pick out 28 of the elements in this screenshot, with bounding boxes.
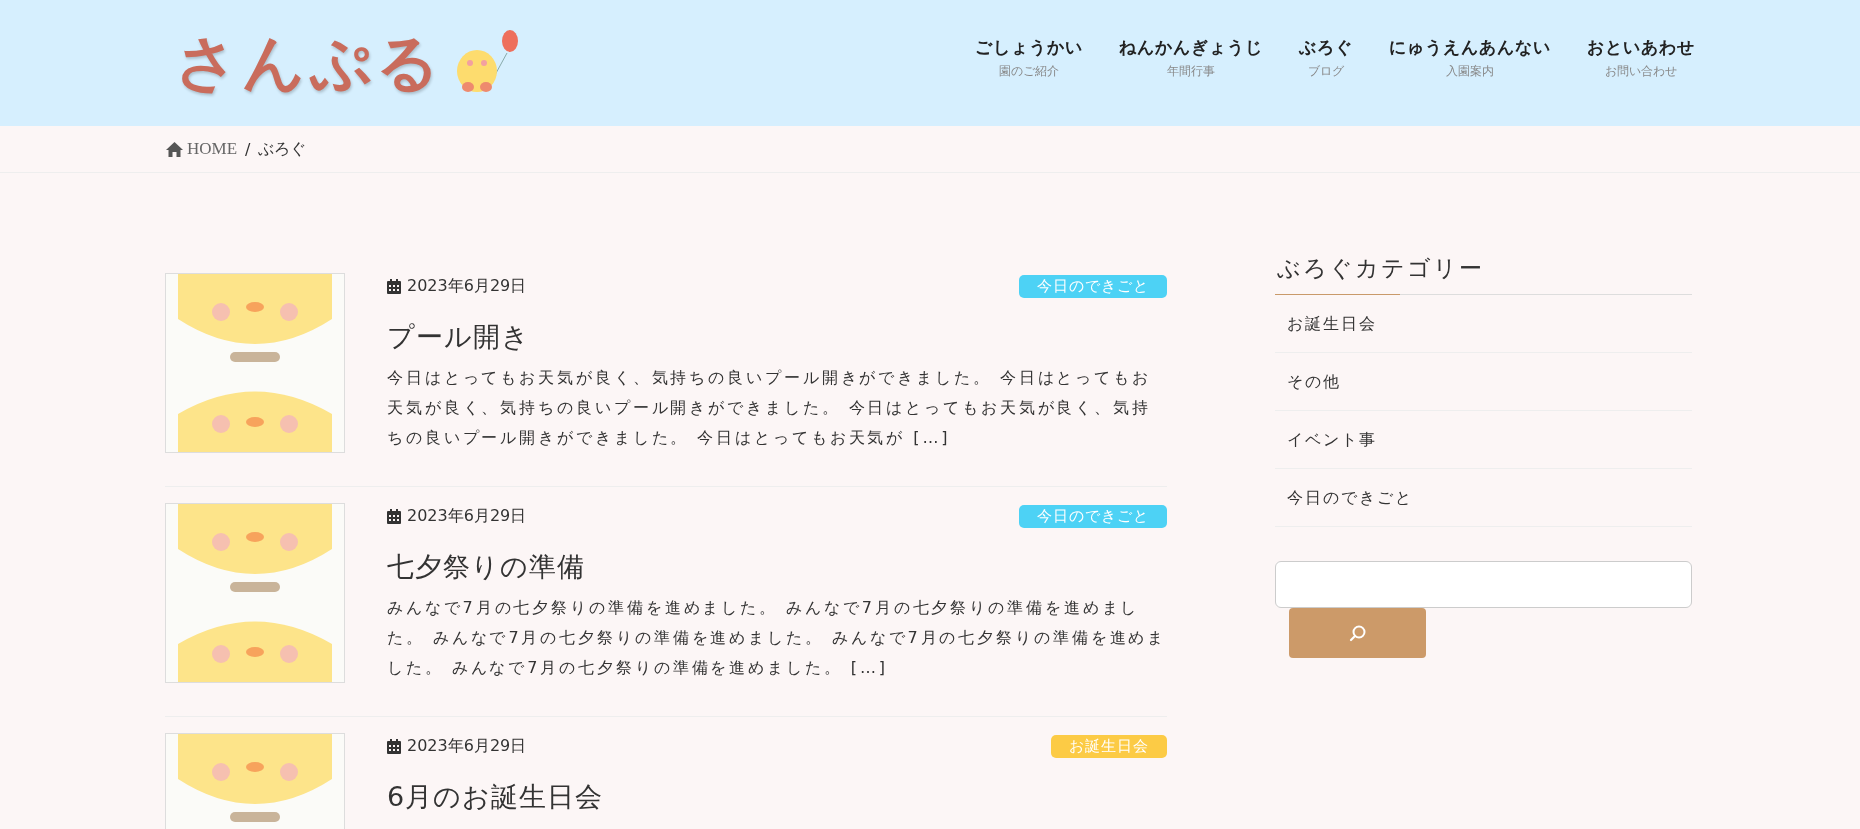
- search-icon: [1348, 624, 1367, 642]
- category-link[interactable]: その他: [1275, 353, 1692, 411]
- post-title[interactable]: 6月のお誕生日会: [387, 779, 1168, 815]
- post-date: 2023年6月29日: [407, 735, 527, 757]
- nav-link[interactable]: ねんかんぎょうじ 年間行事: [1119, 36, 1263, 80]
- post-excerpt: みんなで7月の七夕祭りの準備を進めました。 みんなで7月の七夕祭りの準備を進めました。 みんなで7月の七夕祭りの準備を進めました。 みんなで7月の七夕祭りの準備を進めました。 みんなで7月の七夕祭りの準備を進めました。 […]: [387, 597, 1168, 679]
- category-link[interactable]: イベント事: [1275, 411, 1692, 469]
- nav-link[interactable]: おといあわせ お問い合わせ: [1587, 36, 1695, 80]
- calendar-icon: [387, 278, 401, 294]
- post-date: 2023年6月29日: [407, 505, 527, 527]
- home-link[interactable]: HOME: [165, 139, 238, 159]
- category-link[interactable]: 今日のできごと: [1275, 469, 1692, 527]
- breadcrumb-current: ぶろぐ: [258, 138, 307, 160]
- nav-link[interactable]: にゅうえんあんない 入園案内: [1389, 36, 1551, 80]
- search-field[interactable]: [1275, 561, 1692, 608]
- post-title[interactable]: プール開き: [387, 319, 1168, 355]
- category-link[interactable]: お誕生日会: [1275, 295, 1692, 353]
- post-title[interactable]: 七夕祭りの準備: [387, 549, 1168, 585]
- post-date: 2023年6月29日: [407, 275, 527, 297]
- calendar-icon: [387, 508, 401, 524]
- nav-link[interactable]: ぶろぐ ブログ: [1299, 36, 1353, 80]
- calendar-icon: [387, 738, 401, 754]
- nav-link[interactable]: ごしょうかい 園のご紹介: [975, 36, 1083, 80]
- home-icon: [165, 140, 184, 158]
- breadcrumb-separator: /: [245, 139, 251, 159]
- sidebar-title: ぶろぐカテゴリー: [1275, 253, 1692, 295]
- search-button[interactable]: [1289, 608, 1427, 658]
- post-excerpt: 今日はとってもお天気が良く、気持ちの良いプール開きができました。 今日はとってもお天気が良く、気持ちの良いプール開きができました。 今日はとってもお天気が良く、気持ちの良いプール開きができました。 今日はとってもお天気が […]: [387, 367, 1152, 449]
